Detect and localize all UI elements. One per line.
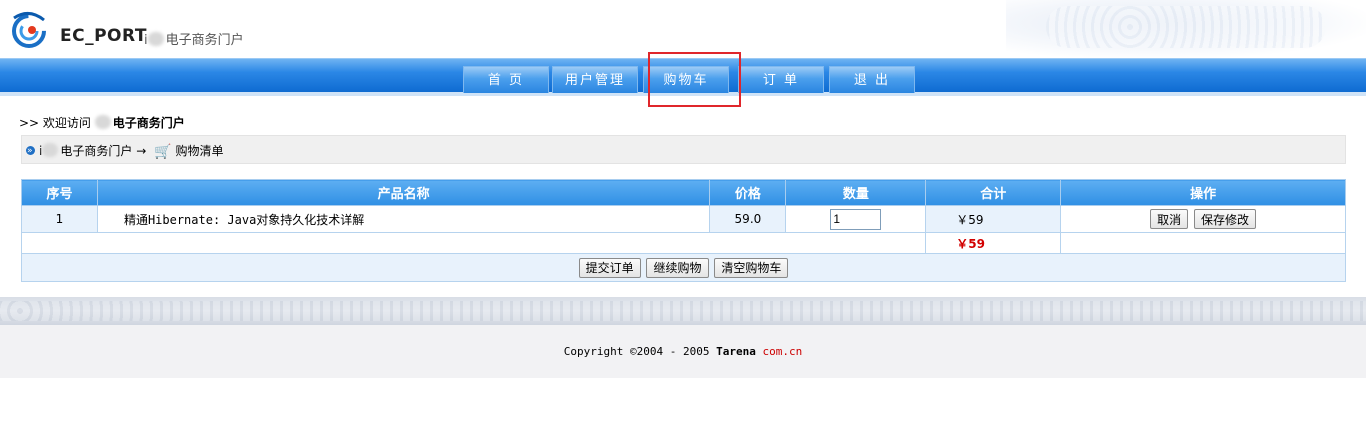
nav-highlight-box [648, 52, 741, 107]
shopping-cart-icon: 🛒 [154, 144, 172, 160]
total-row: ￥59 [20, 232, 1346, 254]
row-quantity-cell [785, 205, 927, 233]
footer-copyright: Copyright ©2004 - 2005 [563, 345, 710, 358]
nav-user-management[interactable]: 用户管理 [552, 66, 638, 93]
col-header-subtotal: 合计 [925, 179, 1062, 206]
welcome-portal-name: 电子商务门户 [112, 116, 185, 130]
col-header-index: 序号 [21, 179, 98, 206]
portal-subtitle: i 电子商务门户 [144, 29, 244, 48]
cart-table: 序号 产品名称 价格 数量 合计 操作 1 精通Hibernate: Java对… [20, 179, 1346, 282]
welcome-prefix: >> 欢迎访问 [19, 116, 91, 130]
breadcrumb-site[interactable]: 电子商务门户 [60, 144, 132, 158]
nav-orders[interactable]: 订 单 [738, 66, 824, 93]
row-actions: 取消 保存修改 [1060, 205, 1346, 233]
table-row: 1 精通Hibernate: Java对象持久化技术详解 59.0 ￥59 取消… [21, 205, 1346, 233]
col-header-product-name: 产品名称 [96, 179, 711, 206]
cart-actions-row: 提交订单 继续购物 清空购物车 [21, 253, 1346, 282]
breadcrumb: i电子商务门户 → 🛒购物清单 [21, 135, 1346, 166]
breadcrumb-page: 购物清单 [175, 144, 224, 158]
col-header-price: 价格 [709, 179, 787, 206]
brand-name: EC_PORT [60, 26, 147, 46]
row-subtotal: ￥59 [925, 205, 1062, 233]
col-header-quantity: 数量 [785, 179, 927, 206]
page-footer: Copyright ©2004 - 2005 Tarena com.cn [0, 325, 1366, 378]
footer-domain: com.cn [762, 345, 803, 358]
cart-table-header: 序号 产品名称 价格 数量 合计 操作 [21, 179, 1346, 206]
welcome-message: >> 欢迎访问 电子商务门户 [19, 114, 185, 131]
breadcrumb-bullet-icon [26, 136, 35, 166]
footer-brand: Tarena [716, 345, 756, 358]
col-header-actions: 操作 [1060, 179, 1346, 206]
nav-logout[interactable]: 退 出 [829, 66, 915, 93]
nav-home[interactable]: 首 页 [463, 66, 549, 93]
subtitle-prefix: i [144, 33, 148, 48]
redacted-blur [147, 32, 164, 46]
save-changes-button[interactable]: 保存修改 [1194, 209, 1257, 229]
submit-order-button[interactable]: 提交订单 [578, 257, 641, 278]
redacted-blur [42, 143, 59, 157]
quantity-input[interactable] [830, 208, 882, 230]
clear-cart-button[interactable]: 清空购物车 [714, 257, 789, 278]
redacted-blur [94, 115, 111, 129]
cart-total: ￥59 [925, 232, 1062, 254]
total-empty [1060, 232, 1346, 254]
row-product-name: 精通Hibernate: Java对象持久化技术详解 [96, 205, 711, 233]
row-price: 59.0 [709, 205, 787, 233]
cancel-button[interactable]: 取消 [1150, 209, 1189, 229]
ec-port-logo-icon [12, 12, 46, 48]
subtitle-text: 电子商务门户 [165, 33, 244, 48]
header-cloud-decoration [1006, 0, 1366, 58]
cart-actions-cell: 提交订单 继续购物 清空购物车 [21, 253, 1346, 282]
footer-decoration [0, 297, 1366, 325]
page-header: EC_PORT i 电子商务门户 [0, 0, 1366, 58]
total-spacer [20, 232, 927, 254]
row-index: 1 [21, 205, 98, 233]
breadcrumb-arrow: → [136, 144, 147, 158]
continue-shopping-button[interactable]: 继续购物 [646, 257, 709, 278]
